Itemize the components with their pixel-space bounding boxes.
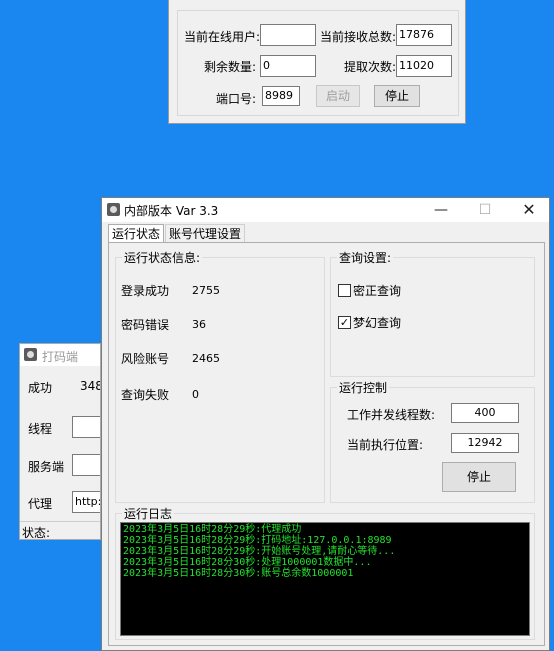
maximize-icon[interactable]: ☐ [463, 198, 507, 222]
run-log-textarea[interactable]: 2023年3月5日16时28分29秒:代理成功 2023年3月5日16时28分2… [120, 522, 530, 636]
remaining-label: 剩余数量: [204, 60, 257, 74]
query-settings-group: 查询设置: 密正查询 ✓ 梦幻查询 [330, 249, 535, 377]
server-panel: 当前在线用户: 当前接收总数: 17876 剩余数量: 0 提取次数: 1102… [177, 10, 459, 116]
main-window: 内部版本 Var 3.3 — ☐ ✕ 运行状态 账号代理设置 运行状态信息: 登… [101, 197, 550, 651]
coder-server-label: 服务端 [28, 460, 65, 474]
server-stop-button[interactable]: 停止 [374, 85, 420, 107]
coder-status-bar: 状态: [20, 521, 100, 539]
status-label-risk-account: 风险账号 [121, 352, 170, 366]
port-field[interactable]: 8989 [262, 86, 300, 106]
run-log-title: 运行日志 [122, 505, 175, 522]
fetch-count-field[interactable]: 11020 [396, 55, 452, 77]
concurrent-threads-field[interactable]: 400 [451, 403, 519, 423]
coder-success-value: 3487 [80, 379, 100, 393]
minimize-icon[interactable]: — [419, 198, 463, 222]
received-total-field[interactable]: 17876 [396, 24, 452, 46]
coder-proxy-label: 代理 [28, 497, 53, 511]
concurrent-threads-label: 工作并发线程数: [347, 408, 436, 422]
coder-threads-label: 线程 [28, 422, 53, 436]
run-control-group: 运行控制 工作并发线程数: 400 当前执行位置: 12942 停止 [330, 379, 535, 503]
status-value-risk-account: 2465 [192, 352, 220, 365]
current-position-label: 当前执行位置: [347, 438, 424, 452]
tab-content: 运行状态信息: 登录成功 2755 密码错误 36 风险账号 2465 查询失败… [108, 242, 545, 646]
log-line: 2023年3月5日16时28分30秒:处理1000001数据中... [123, 557, 372, 568]
status-value-login-success: 2755 [192, 284, 220, 297]
start-button[interactable]: 启动 [316, 85, 360, 107]
status-value-password-error: 36 [192, 318, 206, 331]
coder-threads-field[interactable]: 1 [72, 416, 100, 438]
coder-title: 打码端 [42, 350, 79, 364]
status-group-title: 运行状态信息: [122, 249, 203, 266]
close-icon[interactable]: ✕ [507, 198, 551, 222]
log-line: 2023年3月5日16时28分29秒:代理成功 [123, 524, 302, 535]
received-total-label: 当前接收总数: [320, 30, 397, 44]
coder-titlebar[interactable]: 打码端 [20, 344, 100, 366]
fetch-count-label: 提取次数: [344, 60, 397, 74]
tab-run-status[interactable]: 运行状态 [108, 224, 165, 244]
current-position-field[interactable]: 12942 [451, 433, 519, 453]
coder-status-label: 状态: [22, 526, 51, 540]
log-line: 2023年3月5日16时28分29秒:开始账号处理,请耐心等待... [123, 546, 396, 557]
menghuan-query-label[interactable]: 梦幻查询 [353, 314, 401, 331]
coder-proxy-field[interactable]: http: [72, 491, 100, 513]
tab-account-proxy-settings[interactable]: 账号代理设置 [165, 224, 246, 243]
status-label-query-fail: 查询失败 [121, 388, 170, 402]
online-users-field[interactable] [260, 24, 316, 46]
mizheng-query-label[interactable]: 密正查询 [353, 282, 401, 299]
query-settings-title: 查询设置: [337, 249, 394, 266]
coder-success-label: 成功 [28, 381, 53, 395]
status-label-password-error: 密码错误 [121, 318, 170, 332]
checkbox-menghuan-query[interactable]: ✓ [338, 316, 351, 329]
main-stop-button[interactable]: 停止 [442, 462, 516, 492]
coder-window: 打码端 成功 3487 线程 1 服务端 1 代理 http: 状态: [19, 343, 101, 540]
app-icon [107, 203, 120, 216]
run-log-group: 运行日志 2023年3月5日16时28分29秒:代理成功 2023年3月5日16… [115, 505, 535, 640]
log-line: 2023年3月5日16时28分29秒:打码地址:127.0.0.1:8989 [123, 535, 392, 546]
coder-server-field[interactable]: 1 [72, 454, 100, 476]
status-label-login-success: 登录成功 [121, 284, 170, 298]
checkbox-mizheng-query[interactable] [338, 284, 351, 297]
server-window: 当前在线用户: 当前接收总数: 17876 剩余数量: 0 提取次数: 1102… [168, 0, 466, 124]
run-control-title: 运行控制 [337, 379, 390, 396]
remaining-field[interactable]: 0 [260, 55, 316, 77]
main-title: 内部版本 Var 3.3 [124, 204, 219, 218]
port-label: 端口号: [216, 92, 257, 106]
online-users-label: 当前在线用户: [184, 30, 261, 44]
status-group: 运行状态信息: 登录成功 2755 密码错误 36 风险账号 2465 查询失败… [115, 249, 325, 503]
app-icon [24, 348, 37, 361]
main-titlebar[interactable]: 内部版本 Var 3.3 — ☐ ✕ [102, 198, 549, 222]
log-line: 2023年3月5日16时28分30秒:账号总余数1000001 [123, 568, 354, 579]
status-value-query-fail: 0 [192, 388, 199, 401]
